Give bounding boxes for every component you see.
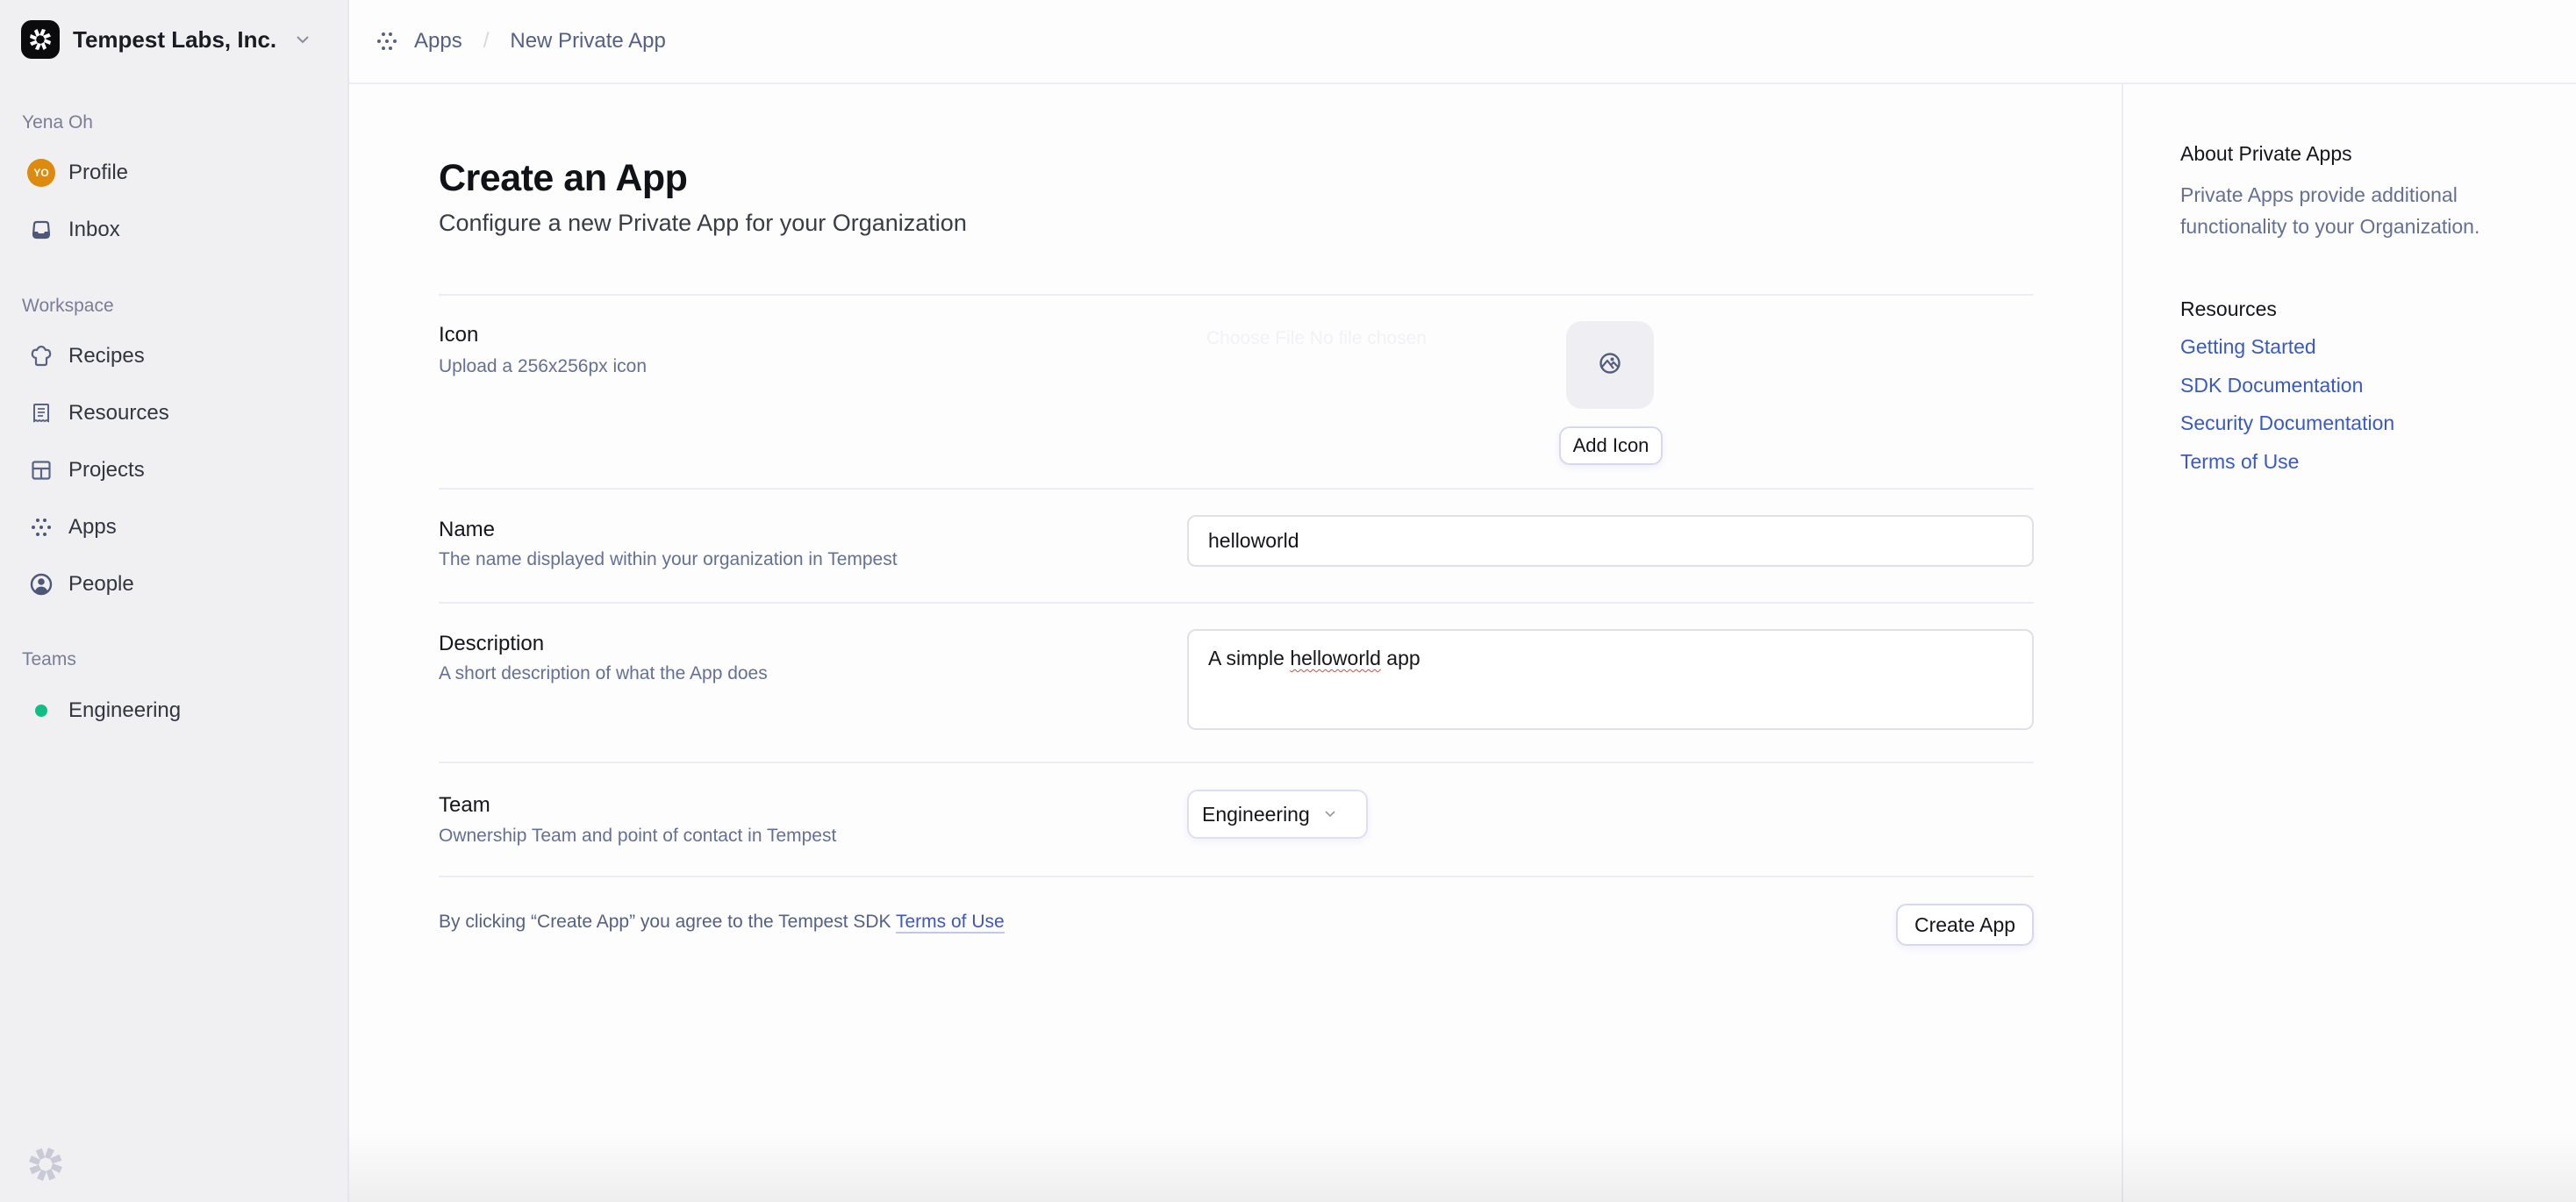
page-title: Create an App xyxy=(439,157,688,199)
chevron-down-icon xyxy=(1324,807,1338,821)
team-label: Team xyxy=(439,793,490,817)
sidebar-item-team-engineering[interactable]: Engineering xyxy=(21,688,328,733)
sidebar-item-label: Apps xyxy=(68,515,117,539)
team-select-value: Engineering xyxy=(1202,802,1310,826)
org-switcher[interactable]: Tempest Labs, Inc. xyxy=(21,19,311,60)
avatar: YO xyxy=(27,159,55,187)
sidebar-item-label: Projects xyxy=(68,458,145,482)
inbox-icon xyxy=(26,215,56,245)
getting-started-link[interactable]: Getting Started xyxy=(2180,335,2316,359)
security-documentation-link[interactable]: Security Documentation xyxy=(2180,411,2394,435)
sidebar-item-apps[interactable]: Apps xyxy=(21,504,328,550)
name-help: The name displayed within your organizat… xyxy=(439,549,898,569)
resources-title: Resources xyxy=(2180,297,2277,320)
sidebar-item-label: Recipes xyxy=(68,344,145,368)
chevron-down-icon xyxy=(294,31,311,48)
divider xyxy=(439,294,2034,296)
receipt-icon xyxy=(26,398,56,428)
user-section-label: Yena Oh xyxy=(22,112,93,132)
sidebar-item-inbox[interactable]: Inbox xyxy=(21,207,328,253)
page-subtitle: Configure a new Private App for your Org… xyxy=(439,210,967,236)
description-value-prefix: A simple xyxy=(1208,647,1291,669)
sidebar-item-label: Profile xyxy=(68,161,129,184)
description-textarea[interactable]: A simple helloworld app xyxy=(1187,629,2034,730)
terms-of-use-link[interactable]: Terms of Use xyxy=(2180,450,2299,474)
divider xyxy=(439,602,2034,604)
terms-notice-text: By clicking “Create App” you agree to th… xyxy=(439,912,896,932)
divider xyxy=(439,488,2034,490)
workspace-section-label: Workspace xyxy=(22,296,114,316)
chef-hat-icon xyxy=(26,341,56,371)
terms-notice: By clicking “Create App” you agree to th… xyxy=(439,912,1005,934)
dots-grid-icon xyxy=(376,30,398,53)
team-help: Ownership Team and point of contact in T… xyxy=(439,826,837,846)
description-label: Description xyxy=(439,632,545,655)
breadcrumb: Apps / New Private App xyxy=(349,0,2576,84)
icon-preview[interactable] xyxy=(1566,321,1654,409)
team-select[interactable]: Engineering xyxy=(1187,790,1368,839)
divider xyxy=(439,876,2034,877)
create-app-button[interactable]: Create App xyxy=(1896,904,2034,946)
breadcrumb-separator: / xyxy=(483,29,490,53)
org-name: Tempest Labs, Inc. xyxy=(73,25,277,53)
sidebar-item-recipes[interactable]: Recipes xyxy=(21,333,328,379)
terms-of-use-link[interactable]: Terms of Use xyxy=(896,912,1005,934)
teams-section-label: Teams xyxy=(22,649,76,669)
icon-help: Upload a 256x256px icon xyxy=(439,356,648,376)
name-label: Name xyxy=(439,518,496,541)
sidebar-item-profile[interactable]: YO Profile xyxy=(21,150,328,196)
sidebar-item-label: Inbox xyxy=(68,218,120,241)
tempest-logo-icon xyxy=(21,20,60,59)
breadcrumb-current: New Private App xyxy=(510,29,666,53)
description-value-misspelled: helloworld xyxy=(1290,647,1381,669)
sidebar: Tempest Labs, Inc. Yena Oh YO Profile In… xyxy=(0,0,349,1202)
sidebar-item-people[interactable]: People xyxy=(21,562,328,607)
file-input[interactable]: Choose File No file chosen xyxy=(1206,328,1427,349)
sidebar-item-label: Engineering xyxy=(68,698,182,722)
about-panel: About Private Apps Private Apps provide … xyxy=(2122,84,2576,1202)
icon-label: Icon xyxy=(439,323,479,347)
sdk-documentation-link[interactable]: SDK Documentation xyxy=(2180,374,2363,397)
sidebar-item-resources[interactable]: Resources xyxy=(21,390,328,436)
breadcrumb-apps-link[interactable]: Apps xyxy=(414,29,462,54)
description-help: A short description of what the App does xyxy=(439,663,768,683)
team-color-dot-icon xyxy=(35,705,47,717)
sidebar-item-label: Resources xyxy=(68,401,169,425)
add-icon-button[interactable]: Add Icon xyxy=(1559,426,1663,465)
about-text: Private Apps provide additional function… xyxy=(2180,183,2480,238)
name-input[interactable]: helloworld xyxy=(1187,515,2034,567)
description-value-suffix: app xyxy=(1380,647,1420,669)
sidebar-item-label: People xyxy=(68,572,134,596)
about-title: About Private Apps xyxy=(2180,142,2352,165)
user-circle-icon xyxy=(26,569,56,599)
image-placeholder-icon xyxy=(1599,352,1621,379)
sidebar-item-projects[interactable]: Projects xyxy=(21,447,328,493)
dots-grid-icon xyxy=(26,512,56,542)
name-input-value: helloworld xyxy=(1208,529,1299,552)
layout-icon xyxy=(26,455,56,485)
tempest-watermark-icon xyxy=(26,1145,65,1184)
divider xyxy=(439,762,2034,763)
